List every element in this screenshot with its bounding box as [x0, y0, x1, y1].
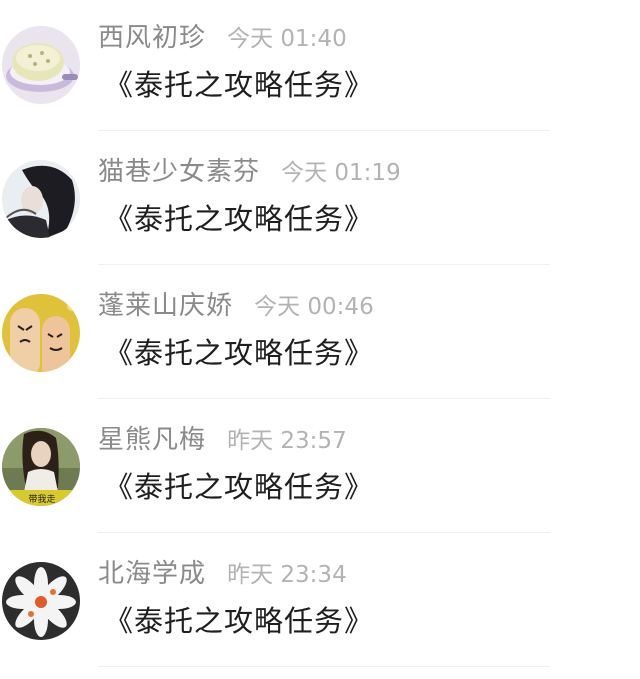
- comment-time: 今天 01:40: [227, 26, 347, 52]
- author-name[interactable]: 西风初珍: [98, 23, 206, 53]
- comment-time: 今天 01:19: [281, 160, 401, 186]
- divider: [98, 130, 550, 131]
- comment-text: 《泰托之攻略任务》: [104, 202, 375, 236]
- finger-faces-avatar-icon[interactable]: [2, 294, 80, 372]
- comment-time: 昨天 23:34: [227, 562, 347, 588]
- author-name[interactable]: 北海学成: [98, 559, 206, 589]
- author-name[interactable]: 星熊凡梅: [98, 425, 206, 455]
- divider: [98, 264, 550, 265]
- cake-avatar-icon[interactable]: [2, 26, 80, 104]
- comment-item[interactable]: 猫巷少女素芬 今天 01:19 《泰托之攻略任务》: [0, 134, 640, 268]
- divider: [98, 666, 550, 667]
- comment-time: 今天 00:46: [254, 294, 374, 320]
- white-flower-avatar-icon[interactable]: [2, 562, 80, 640]
- divider: [98, 398, 550, 399]
- avatar-caption: 带我走: [28, 494, 55, 505]
- comment-feed: 西风初珍 今天 01:40 《泰托之攻略任务》 猫巷少女素芬 今天 01:19 …: [0, 0, 640, 679]
- comment-item[interactable]: 蓬莱山庆娇 今天 00:46 《泰托之攻略任务》: [0, 268, 640, 402]
- comment-text: 《泰托之攻略任务》: [104, 470, 375, 504]
- comment-time: 昨天 23:57: [227, 428, 347, 454]
- comment-text: 《泰托之攻略任务》: [104, 68, 375, 102]
- comment-item[interactable]: 西风初珍 今天 01:40 《泰托之攻略任务》: [0, 0, 640, 134]
- author-name[interactable]: 猫巷少女素芬: [98, 157, 260, 187]
- divider: [98, 532, 550, 533]
- girl-portrait-avatar-icon[interactable]: [2, 160, 80, 238]
- comment-item[interactable]: 北海学成 昨天 23:34 《泰托之攻略任务》: [0, 536, 640, 670]
- comment-item[interactable]: 带我走 星熊凡梅 昨天 23:57 《泰托之攻略任务》: [0, 402, 640, 536]
- girl-photo-avatar-icon[interactable]: 带我走: [2, 428, 80, 506]
- comment-text: 《泰托之攻略任务》: [104, 604, 375, 638]
- author-name[interactable]: 蓬莱山庆娇: [98, 291, 233, 321]
- comment-text: 《泰托之攻略任务》: [104, 336, 375, 370]
